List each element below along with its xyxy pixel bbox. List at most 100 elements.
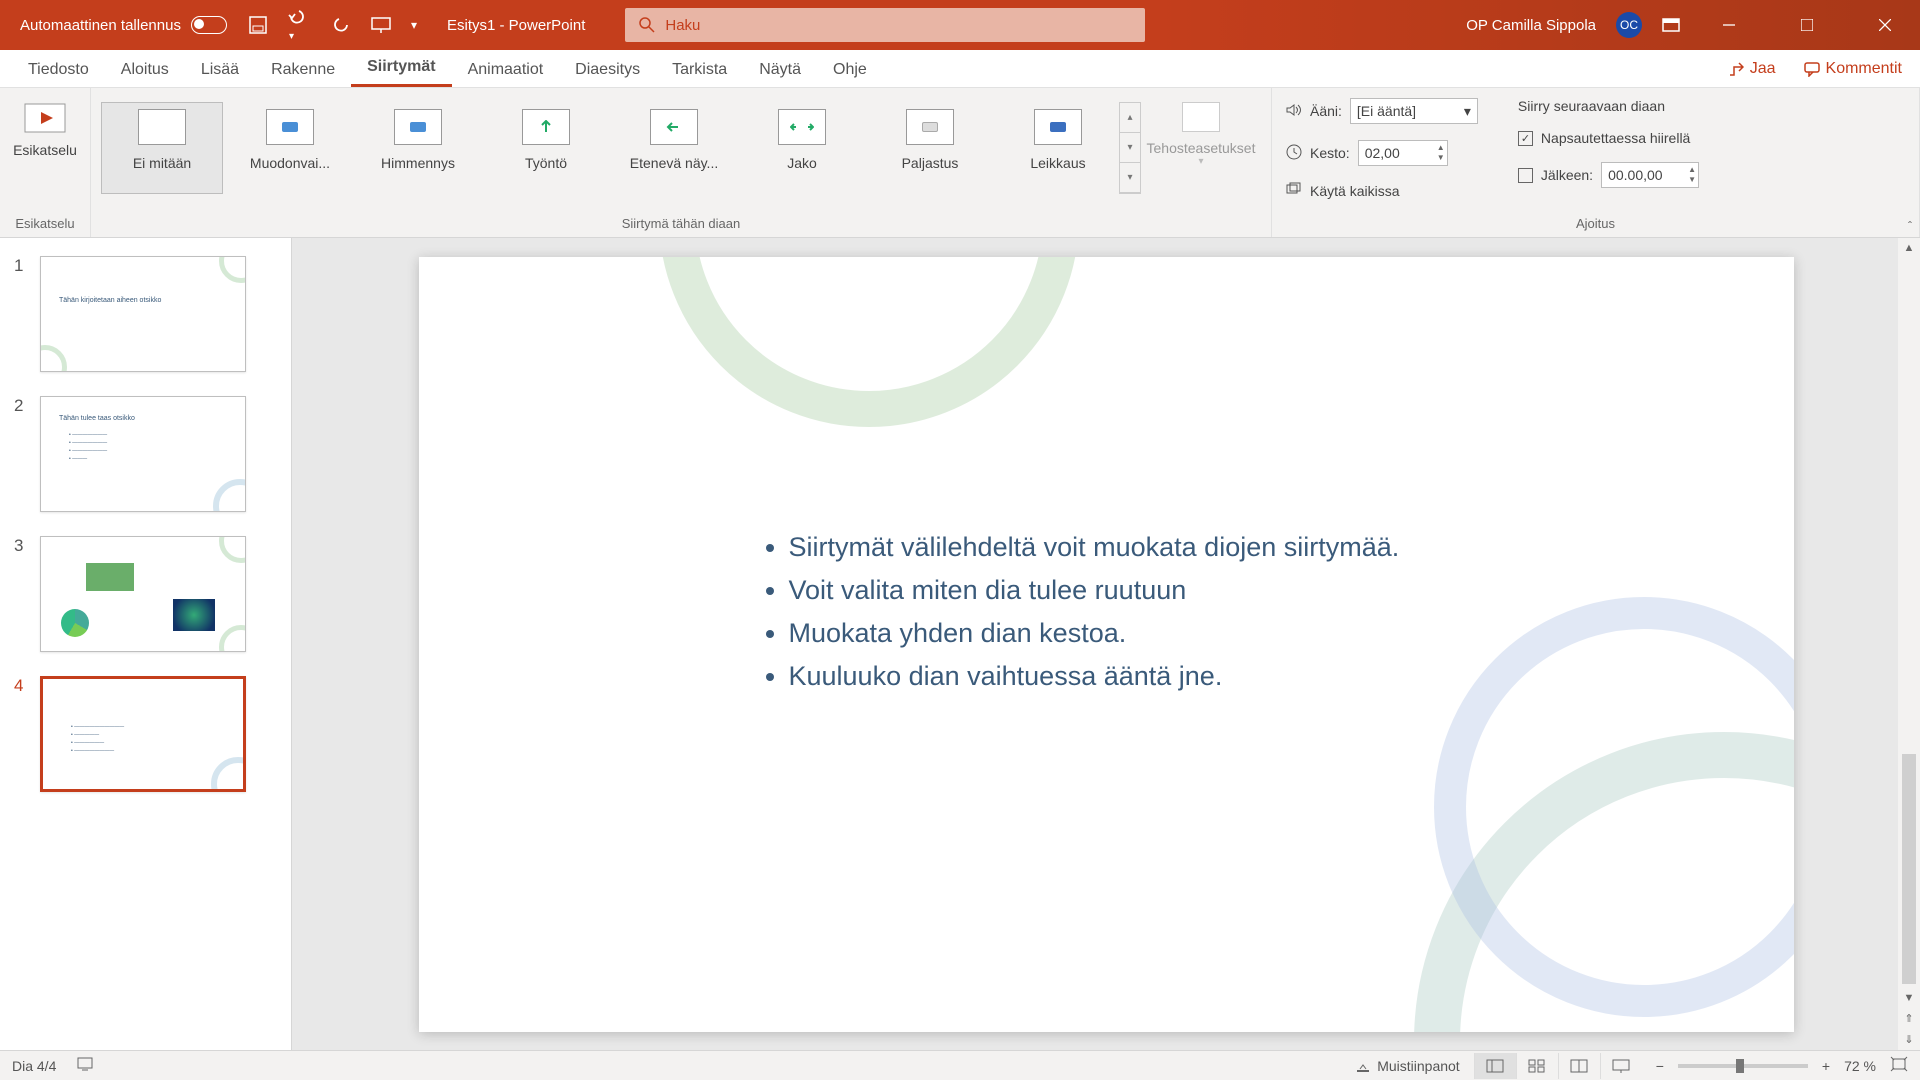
search-box[interactable]: Haku (625, 8, 1145, 42)
tab-aloitus[interactable]: Aloitus (105, 51, 185, 87)
normal-view-button[interactable] (1474, 1053, 1516, 1079)
title-bar: Automaattinen tallennus ▾ ▾ Esitys1 - Po… (0, 0, 1920, 50)
scroll-up-icon[interactable]: ▲ (1904, 238, 1915, 258)
apply-all-button[interactable]: Käytä kaikissa (1286, 182, 1478, 199)
vertical-scrollbar[interactable]: ▲ ▼ ⇑ ⇓ (1898, 238, 1920, 1050)
clock-icon (1286, 144, 1302, 163)
quick-access-toolbar: ▾ ▾ (249, 8, 417, 43)
user-avatar[interactable]: OC (1616, 12, 1642, 38)
gallery-spinner[interactable]: ▴ ▾ ▾ (1119, 102, 1141, 194)
on-click-checkbox[interactable]: ✓ (1518, 131, 1533, 146)
transition-split[interactable]: Jako (741, 102, 863, 194)
qat-more-icon[interactable]: ▾ (411, 18, 417, 32)
effect-options-button[interactable]: Tehosteasetukset ▾ (1141, 94, 1261, 194)
maximize-button[interactable] (1778, 0, 1836, 50)
slide-canvas[interactable]: Siirtymät välilehdeltä voit muokata dioj… (419, 257, 1794, 1032)
zoom-in-button[interactable]: + (1822, 1058, 1830, 1074)
after-label: Jälkeen: (1541, 167, 1593, 183)
tab-ohje[interactable]: Ohje (817, 51, 883, 87)
transition-cut[interactable]: Leikkaus (997, 102, 1119, 194)
thumbnail-2[interactable]: 2 Tähän tulee taas otsikko• ———————• ———… (14, 396, 277, 512)
ribbon-right-actions: Jaa Kommentit (1728, 50, 1902, 88)
transition-morph[interactable]: Muodonvai... (229, 102, 351, 194)
transition-wipe[interactable]: Etenevä näy... (613, 102, 735, 194)
group-transitions: Ei mitään Muodonvai... Himmennys Työntö … (91, 88, 1272, 237)
transition-reveal[interactable]: Paljastus (869, 102, 991, 194)
transition-fade[interactable]: Himmennys (357, 102, 479, 194)
titlebar-right: OP Camilla Sippola OC (1466, 0, 1920, 50)
sound-combo[interactable]: [Ei ääntä]▾ (1350, 98, 1478, 124)
notes-button[interactable]: Muistiinpanot (1355, 1058, 1460, 1074)
advance-title: Siirry seuraavaan diaan (1518, 98, 1665, 114)
thumbnail-1[interactable]: 1 Tähän kirjoitetaan aiheen otsikko (14, 256, 277, 372)
minimize-button[interactable] (1700, 0, 1758, 50)
close-button[interactable] (1856, 0, 1914, 50)
decor-ring (659, 257, 1079, 427)
after-checkbox[interactable] (1518, 168, 1533, 183)
document-title: Esitys1 - PowerPoint (447, 17, 585, 34)
transition-none[interactable]: Ei mitään (101, 102, 223, 194)
ribbon-body: Esikatselu Esikatselu Ei mitään Muodonva… (0, 88, 1920, 238)
prev-slide-icon[interactable]: ⇑ (1904, 1008, 1913, 1029)
transitions-gallery: Ei mitään Muodonvai... Himmennys Työntö … (101, 94, 1119, 194)
group-label-timing: Ajoitus (1286, 216, 1905, 237)
thumbnail-3[interactable]: 3 (14, 536, 277, 652)
ribbon-tabs: Tiedosto Aloitus Lisää Rakenne Siirtymät… (0, 50, 1920, 88)
scrollbar-thumb[interactable] (1902, 754, 1916, 984)
effect-options-icon (1182, 102, 1220, 132)
preview-button[interactable]: Esikatselu (10, 94, 80, 158)
gallery-more-icon[interactable]: ▾ (1120, 163, 1140, 193)
tab-rakenne[interactable]: Rakenne (255, 51, 351, 87)
search-placeholder: Haku (665, 17, 700, 34)
next-slide-icon[interactable]: ⇓ (1904, 1029, 1913, 1050)
ribbon-display-icon[interactable] (1662, 18, 1680, 32)
comments-button[interactable]: Kommentit (1804, 60, 1902, 78)
on-click-label: Napsautettaessa hiirellä (1541, 130, 1690, 146)
thumbnail-panel: 1 Tähän kirjoitetaan aiheen otsikko 2 Tä… (0, 238, 292, 1050)
preview-icon (23, 102, 67, 138)
sound-icon (1286, 103, 1302, 120)
autosave-toggle[interactable] (191, 16, 227, 34)
tab-diaesitys[interactable]: Diaesitys (559, 51, 656, 87)
fit-window-button[interactable] (1890, 1056, 1908, 1075)
transition-push[interactable]: Työntö (485, 102, 607, 194)
slideshow-button[interactable] (1600, 1053, 1642, 1079)
slide-body-text[interactable]: Siirtymät välilehdeltä voit muokata dioj… (789, 532, 1400, 704)
duration-input[interactable]: 02,00▲▼ (1358, 140, 1448, 166)
zoom-slider[interactable] (1678, 1064, 1808, 1068)
undo-icon[interactable]: ▾ (287, 8, 313, 43)
gallery-down-icon[interactable]: ▾ (1120, 133, 1140, 163)
sorter-view-button[interactable] (1516, 1053, 1558, 1079)
workspace: 1 Tähän kirjoitetaan aiheen otsikko 2 Tä… (0, 238, 1920, 1050)
gallery-up-icon[interactable]: ▴ (1120, 103, 1140, 133)
tab-nayta[interactable]: Näytä (743, 51, 817, 87)
group-label-preview: Esikatselu (10, 216, 80, 237)
save-icon[interactable] (249, 16, 267, 34)
present-icon[interactable] (371, 16, 391, 34)
status-bar: Dia 4/4 Muistiinpanot − + 72 % (0, 1050, 1920, 1080)
zoom-level[interactable]: 72 % (1844, 1058, 1876, 1074)
redo-icon[interactable] (333, 16, 351, 34)
tab-lisaa[interactable]: Lisää (185, 51, 255, 87)
ribbon-collapse-icon[interactable]: ˆ (1908, 219, 1912, 233)
scroll-down-icon[interactable]: ▼ (1904, 988, 1915, 1008)
user-name: OP Camilla Sippola (1466, 17, 1596, 34)
reading-view-button[interactable] (1558, 1053, 1600, 1079)
share-button[interactable]: Jaa (1728, 60, 1776, 78)
group-preview: Esikatselu Esikatselu (0, 88, 91, 237)
thumbnail-4[interactable]: 4 • ——————————• —————• ——————• ———————— (14, 676, 277, 792)
zoom-out-button[interactable]: − (1656, 1058, 1664, 1074)
search-icon (639, 17, 655, 33)
tab-animaatiot[interactable]: Animaatiot (452, 51, 560, 87)
tab-tiedosto[interactable]: Tiedosto (12, 51, 105, 87)
sound-label: Ääni: (1310, 103, 1342, 119)
slide-counter[interactable]: Dia 4/4 (12, 1058, 56, 1074)
slide-editor[interactable]: Siirtymät välilehdeltä voit muokata dioj… (292, 238, 1920, 1050)
accessibility-icon[interactable] (76, 1055, 94, 1076)
view-buttons (1474, 1053, 1642, 1079)
apply-all-icon (1286, 182, 1302, 199)
after-input[interactable]: 00.00,00▲▼ (1601, 162, 1699, 188)
tab-siirtymat[interactable]: Siirtymät (351, 48, 451, 87)
autosave-group: Automaattinen tallennus (20, 16, 227, 34)
tab-tarkista[interactable]: Tarkista (656, 51, 743, 87)
